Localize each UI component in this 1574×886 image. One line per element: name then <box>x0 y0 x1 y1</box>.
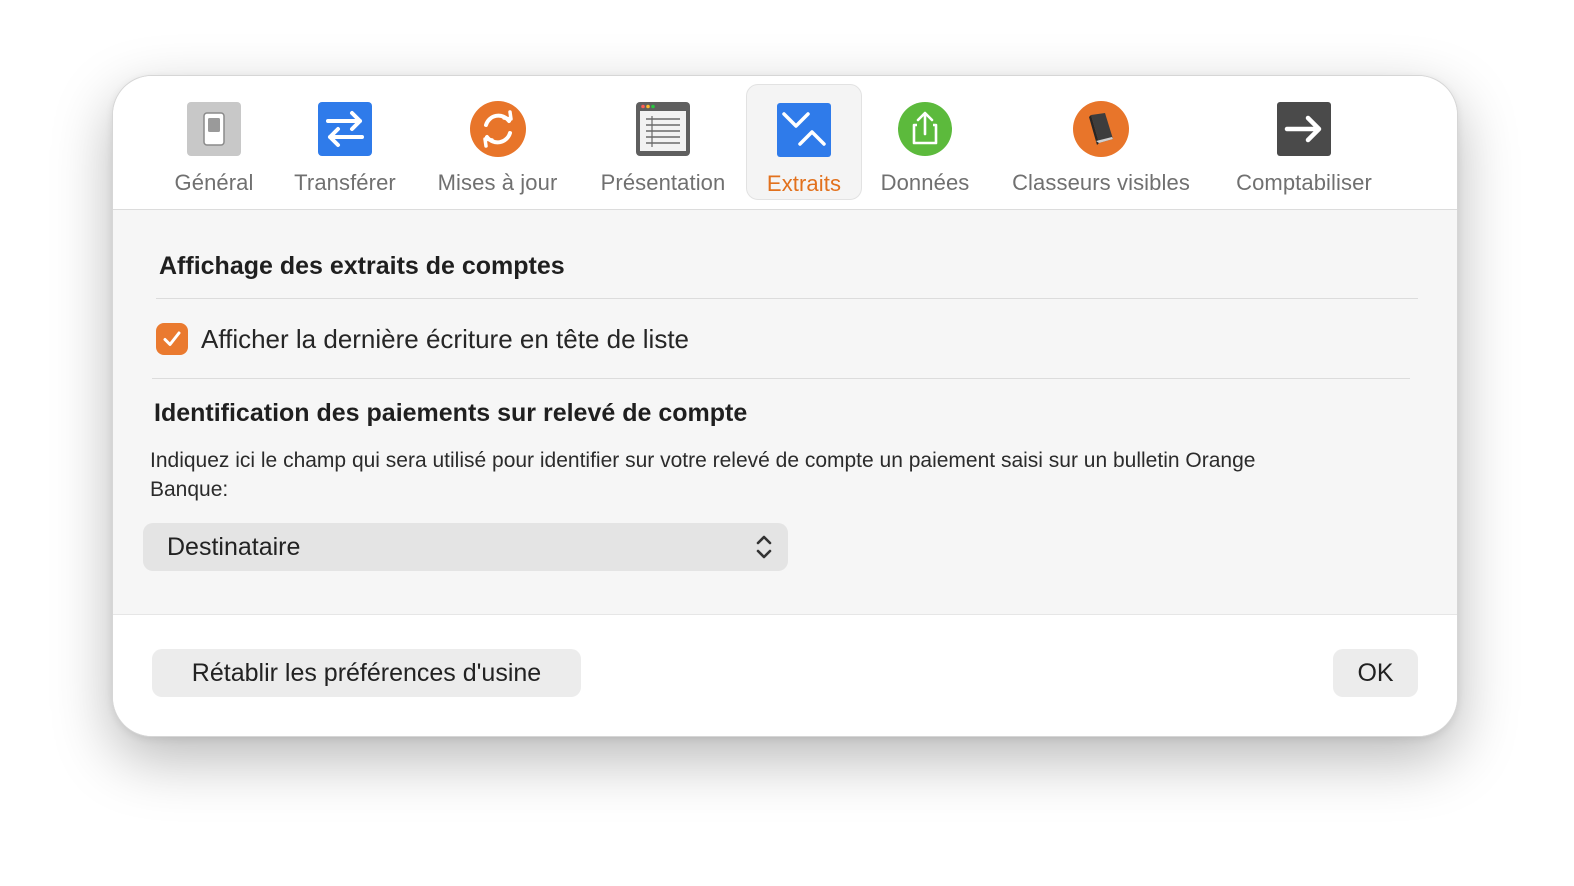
tab-classeurs-visibles-label: Classeurs visibles <box>1012 170 1190 195</box>
identification-field-popup[interactable]: Destinataire <box>143 523 788 571</box>
tab-presentation-label: Présentation <box>600 170 726 195</box>
tab-transferer[interactable]: Transférer <box>285 84 405 200</box>
extraits-pane: Affichage des extraits de comptes Affich… <box>113 210 1457 615</box>
popup-selected-value: Destinataire <box>167 533 301 561</box>
section-title-identification: Identification des paiements sur relevé … <box>154 399 748 427</box>
tab-comptabiliser-label: Comptabiliser <box>1236 170 1372 195</box>
switch-icon <box>187 102 241 156</box>
transfer-arrows-icon <box>318 102 372 156</box>
tab-general-label: Général <box>174 170 254 195</box>
chevron-up-down-icon <box>756 535 772 559</box>
tab-transferer-label: Transférer <box>294 170 396 195</box>
tab-extraits-label: Extraits <box>766 171 842 196</box>
tab-comptabiliser[interactable]: Comptabiliser <box>1221 84 1387 200</box>
tab-mises-a-jour-label: Mises à jour <box>437 170 558 195</box>
sync-icon <box>469 101 526 157</box>
preferences-window: Général Transférer Mises à jour Présenta… <box>112 75 1458 737</box>
checkmark-icon <box>163 331 181 346</box>
tab-donnees-label: Données <box>880 170 970 195</box>
tab-extraits[interactable]: Extraits <box>746 84 862 200</box>
tab-donnees[interactable]: Données <box>869 84 981 200</box>
reset-defaults-button[interactable]: Rétablir les préférences d'usine <box>152 649 581 697</box>
dialog-footer: Rétablir les préférences d'usine OK <box>113 615 1457 736</box>
ok-button[interactable]: OK <box>1333 649 1418 697</box>
identification-description: Indiquez ici le champ qui sera utilisé p… <box>150 449 1256 501</box>
section-divider <box>152 378 1410 379</box>
latest-entry-first-label[interactable]: Afficher la dernière écriture en tête de… <box>201 324 689 355</box>
binder-book-icon <box>1073 101 1129 157</box>
latest-entry-first-checkbox[interactable] <box>156 323 188 355</box>
statement-icon <box>777 103 831 157</box>
tab-presentation[interactable]: Présentation <box>589 84 737 200</box>
window-list-icon <box>636 102 690 156</box>
section-divider <box>156 298 1418 299</box>
tab-general[interactable]: Général <box>159 84 269 200</box>
tab-classeurs-visibles[interactable]: Classeurs visibles <box>997 84 1205 200</box>
arrow-right-icon <box>1277 102 1331 156</box>
section-title-affichage: Affichage des extraits de comptes <box>159 252 565 280</box>
share-export-icon <box>898 102 952 156</box>
tab-mises-a-jour[interactable]: Mises à jour <box>425 84 570 200</box>
preferences-toolbar: Général Transférer Mises à jour Présenta… <box>113 76 1457 210</box>
